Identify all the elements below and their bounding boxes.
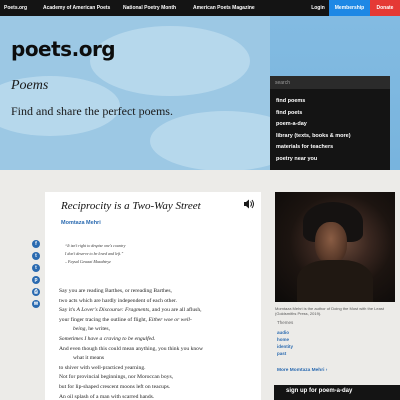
poem-epigraph: “It isn't right to despise one's country… (65, 242, 125, 266)
email-icon[interactable]: ✉ (32, 300, 40, 308)
nav-link-academy[interactable]: Academy of American Poets (43, 0, 110, 16)
poem-line: Not for provincial beginnings, nor Moroc… (59, 374, 174, 381)
nav-link-npm[interactable]: National Poetry Month (123, 0, 176, 16)
poets-org-logo[interactable]: poets.org (11, 37, 116, 61)
print-icon[interactable]: ⎙ (32, 288, 40, 296)
epigraph-line: I don't deserve to be loved and left.” (65, 251, 124, 256)
find-nav-list: find poems find poets poem-a-day library… (276, 96, 351, 165)
nav-poetry-near-you[interactable]: poetry near you (276, 154, 351, 166)
poem-line: two acts which are hardly independent of… (59, 297, 177, 304)
poem-card: Reciprocity is a Two-Way Street Momtaza … (45, 192, 261, 400)
poem-line: Sometimes I have a craving to be engulfe… (59, 335, 156, 342)
poem-line: And even though this could mean anything… (59, 345, 204, 352)
poem-author-link[interactable]: Momtaza Mehri (61, 220, 101, 226)
site-logo-link[interactable]: Poets.org (4, 0, 27, 16)
nav-poem-a-day[interactable]: poem-a-day (276, 119, 351, 131)
photo-face (315, 222, 347, 264)
facebook-icon[interactable]: f (32, 240, 40, 248)
poem-line: but for lip-shaped crescent moons left o… (59, 383, 171, 390)
poem-line: Say you are reading Barthes, or rereadin… (59, 288, 172, 294)
donate-button[interactable]: Donate (370, 0, 400, 16)
nav-teacher-materials[interactable]: materials for teachers (276, 142, 351, 154)
nav-find-poets[interactable]: find poets (276, 108, 351, 120)
theme-link-past[interactable]: past (277, 350, 293, 357)
poem-line: your finger tracing the outline of fligh… (59, 316, 192, 323)
poem-line: to shiver with well-practiced yearning. (59, 364, 146, 371)
poem-a-day-signup[interactable]: sign up for poem-a-day (274, 385, 400, 400)
more-by-author-link[interactable]: More Momtaza Mehri › (277, 368, 327, 373)
photo-shoulders (297, 260, 373, 302)
poem-body: Say you are reading Barthes, or rereadin… (59, 287, 203, 400)
twitter-icon[interactable]: t (32, 252, 40, 260)
theme-link-audio[interactable]: audio (277, 329, 293, 336)
search-nav-panel: find poems find poets poem-a-day library… (270, 76, 390, 170)
search-input[interactable] (270, 76, 390, 89)
theme-link-identity[interactable]: identity (277, 343, 293, 350)
themes-heading: Themes (277, 320, 294, 325)
nav-find-poems[interactable]: find poems (276, 96, 351, 108)
page-title: Poems (11, 78, 49, 93)
nav-library[interactable]: library (texts, books & more) (276, 131, 351, 143)
nav-link-magazine[interactable]: American Poets Magazine (193, 0, 255, 16)
top-nav-bar: Poets.org Academy of American Poets Nati… (0, 0, 400, 16)
author-photo-caption: Momtaza Mehri is the author of Doing the… (275, 306, 384, 317)
audio-icon[interactable] (243, 198, 255, 210)
membership-button[interactable]: Membership (329, 0, 370, 16)
epigraph-line: “It isn't right to despise one's country (65, 243, 126, 248)
author-photo (275, 192, 395, 302)
page: Poets.org Academy of American Poets Nati… (0, 0, 400, 400)
themes-list: audio home identity past (277, 329, 293, 357)
poem-line: what it means (73, 355, 105, 362)
page-subtitle: Find and share the perfect poems. (11, 104, 173, 118)
login-button[interactable]: Login (307, 0, 329, 16)
poem-line: being, he writes, (73, 326, 110, 333)
theme-link-home[interactable]: home (277, 336, 293, 343)
poem-line: Say it's A Lover's Discourse: Fragments,… (59, 307, 202, 314)
tumblr-icon[interactable]: t (32, 264, 40, 272)
poem-line: An oil splash of a man with scarred hand… (59, 393, 155, 400)
epigraph-attribution: – Faysal Cawaai Maxabteyz (65, 259, 111, 264)
pinterest-icon[interactable]: p (32, 276, 40, 284)
poem-title: Reciprocity is a Two-Way Street (61, 200, 201, 212)
